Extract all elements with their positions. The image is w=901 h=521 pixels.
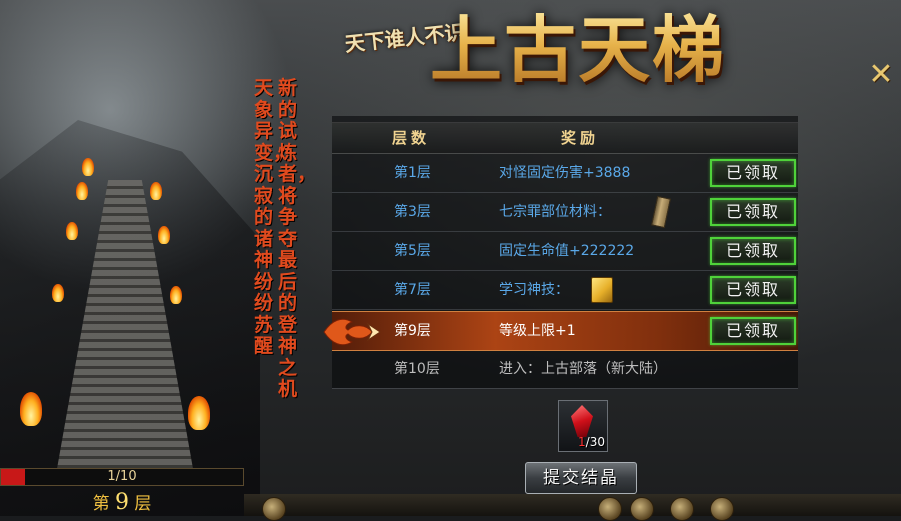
submit-crystal-button[interactable]: 提交结晶	[525, 462, 637, 494]
floor-label: 第5层	[394, 243, 431, 259]
current-floor-prefix: 第	[92, 494, 110, 514]
table-row-locked: 第10层 进入：上古部落（新大陆）	[332, 350, 798, 389]
lore-text-right: 新的试炼者，将争夺最后的登神之机	[278, 77, 317, 400]
reward-text: 固定生命值+222222	[499, 243, 635, 259]
torch-icon	[20, 392, 42, 426]
crystal-total: 30	[589, 435, 605, 449]
table-row-current: 第9层 等级上限+1 已领取	[332, 311, 798, 351]
reward-text: 七宗罪部位材料：	[499, 204, 611, 220]
hud-skill-icon[interactable]	[670, 497, 694, 521]
torch-icon	[52, 284, 64, 302]
table-row: 第7层 学习神技： 已领取	[332, 271, 798, 310]
header-floor: 层数	[392, 129, 431, 147]
torch-icon	[188, 396, 210, 430]
claimed-button[interactable]: 已领取	[710, 237, 796, 265]
page-title: 上古天梯	[430, 0, 726, 100]
hud-skill-icon[interactable]	[598, 497, 622, 521]
scroll-icon[interactable]	[651, 195, 671, 229]
hud-skill-icon[interactable]	[630, 497, 654, 521]
red-crystal-icon	[571, 405, 593, 437]
crystal-count: 1/30	[578, 435, 605, 449]
table-header: 层数 奖励	[332, 122, 798, 154]
floor-label: 第3层	[394, 204, 431, 220]
floor-label: 第7层	[394, 282, 431, 298]
torch-icon	[82, 158, 94, 176]
floor-label: 第10层	[394, 361, 440, 377]
claimed-button[interactable]: 已领取	[710, 276, 796, 304]
table-row: 第1层 对怪固定伤害+3888 已领取	[332, 154, 798, 193]
reward-text: 学习神技：	[499, 282, 569, 298]
reward-text: 进入：上古部落（新大陆）	[499, 361, 667, 377]
crystal-current: 1	[578, 435, 586, 449]
torch-icon	[150, 182, 162, 200]
skill-book-icon[interactable]	[591, 277, 613, 303]
crystal-slot[interactable]: 1/30	[558, 400, 608, 452]
current-floor-number: 9	[115, 490, 129, 515]
floor-label: 第1层	[394, 165, 431, 181]
reward-text: 等级上限+1	[499, 323, 576, 339]
bottom-hud-bar	[244, 494, 901, 516]
table-row: 第3层 七宗罪部位材料： 已领取	[332, 193, 798, 232]
torch-icon	[170, 286, 182, 304]
progress-text: 1/10	[107, 469, 137, 484]
claimed-button[interactable]: 已领取	[710, 317, 796, 345]
current-floor-suffix: 层	[134, 494, 152, 514]
table-row: 第5层 固定生命值+222222 已领取	[332, 232, 798, 271]
current-floor-flame-arrow-icon	[323, 318, 381, 346]
close-icon[interactable]: ✕	[866, 60, 896, 90]
torch-icon	[66, 222, 78, 240]
claimed-button[interactable]: 已领取	[710, 159, 796, 187]
reward-text: 对怪固定伤害+3888	[499, 165, 631, 181]
claimed-button[interactable]: 已领取	[710, 198, 796, 226]
header-reward: 奖励	[561, 129, 600, 147]
lore-text-left: 天象异变，沉寂的诸神纷纷苏醒	[254, 77, 293, 357]
current-floor-label: 第 9 层	[0, 490, 244, 516]
hud-skill-icon[interactable]	[262, 497, 286, 521]
floor-label: 第9层	[394, 323, 431, 339]
hud-skill-icon[interactable]	[710, 497, 734, 521]
torch-icon	[158, 226, 170, 244]
torch-icon	[76, 182, 88, 200]
floor-progress-bar: 1/10	[0, 468, 244, 486]
